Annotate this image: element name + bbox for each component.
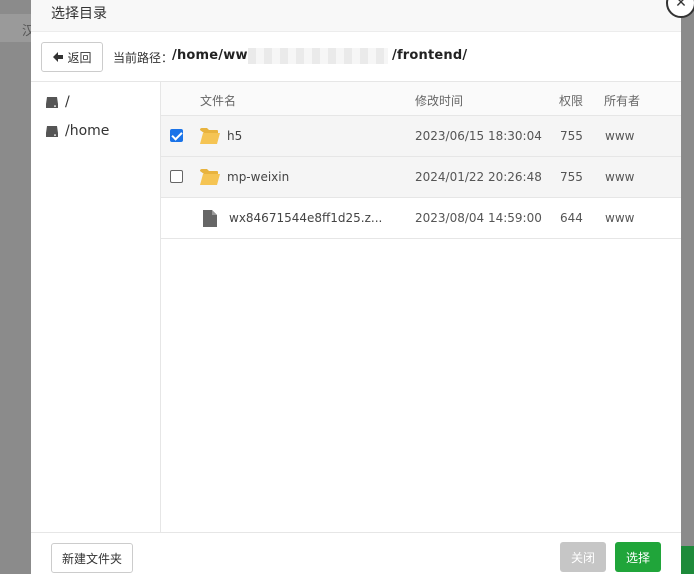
file-name[interactable]: h5 <box>227 129 242 143</box>
current-path-label: 当前路径： <box>113 51 174 65</box>
modified-time: 2023/06/15 18:30:04 <box>415 129 542 143</box>
backdrop-green-block <box>680 546 694 574</box>
column-header-mtime[interactable]: 修改时间 <box>415 92 463 109</box>
current-path-end: /frontend/ <box>392 48 468 63</box>
path-redaction <box>248 48 388 64</box>
file-name[interactable]: mp-weixin <box>227 170 289 184</box>
table-row[interactable]: h5 2023/06/15 18:30:04 755 www <box>161 116 681 157</box>
close-icon: ✕ <box>675 0 687 11</box>
file-name[interactable]: wx84671544e8ff1d25.z... <box>229 211 382 225</box>
tree-item-label: /home <box>65 123 110 139</box>
drive-icon <box>46 126 58 137</box>
backdrop-label: 汉 <box>0 14 35 42</box>
tree-item-label: / <box>65 94 70 110</box>
owner: www <box>605 211 635 225</box>
folder-open-icon <box>200 128 220 144</box>
owner: www <box>605 129 635 143</box>
owner: www <box>605 170 635 184</box>
modified-time: 2024/01/22 20:26:48 <box>415 170 542 184</box>
file-table: 文件名 修改时间 权限 所有者 h5 2023/06/15 18:30:04 7… <box>161 82 681 532</box>
new-folder-button[interactable]: 新建文件夹 <box>51 543 133 573</box>
dialog-title: 选择目录 <box>31 0 681 32</box>
dialog-footer: 新建文件夹 关闭 选择 <box>31 532 681 574</box>
back-button[interactable]: 返回 <box>41 42 103 72</box>
column-header-perm[interactable]: 权限 <box>559 92 583 109</box>
folder-open-icon <box>200 169 220 185</box>
tree-item-home[interactable]: /home <box>45 120 109 142</box>
table-header: 文件名 修改时间 权限 所有者 <box>161 82 681 116</box>
modified-time: 2023/08/04 14:59:00 <box>415 211 542 225</box>
column-header-owner[interactable]: 所有者 <box>604 92 640 109</box>
current-path-start: /home/www <box>172 48 260 63</box>
directory-tree: / /home <box>31 82 161 532</box>
tree-item-root[interactable]: / <box>45 91 70 113</box>
arrow-left-icon <box>53 52 64 62</box>
column-header-name[interactable]: 文件名 <box>200 92 236 109</box>
permissions: 755 <box>560 170 583 184</box>
select-directory-dialog: 选择目录 返回 当前路径： /home/www /frontend/ / /ho… <box>31 0 681 574</box>
drive-icon <box>46 97 58 108</box>
permissions: 644 <box>560 211 583 225</box>
path-bar: 返回 当前路径： /home/www /frontend/ <box>31 32 681 82</box>
select-button[interactable]: 选择 <box>615 542 661 572</box>
close-button[interactable]: 关闭 <box>560 542 606 572</box>
backdrop-right-panel <box>680 0 694 574</box>
row-checkbox[interactable] <box>170 129 183 142</box>
file-icon <box>203 210 217 227</box>
backdrop-left-panel: 汉 <box>0 0 35 574</box>
row-checkbox[interactable] <box>170 170 183 183</box>
permissions: 755 <box>560 129 583 143</box>
table-row[interactable]: mp-weixin 2024/01/22 20:26:48 755 www <box>161 157 681 198</box>
table-row[interactable]: wx84671544e8ff1d25.z... 2023/08/04 14:59… <box>161 198 681 239</box>
back-button-label: 返回 <box>67 50 92 65</box>
